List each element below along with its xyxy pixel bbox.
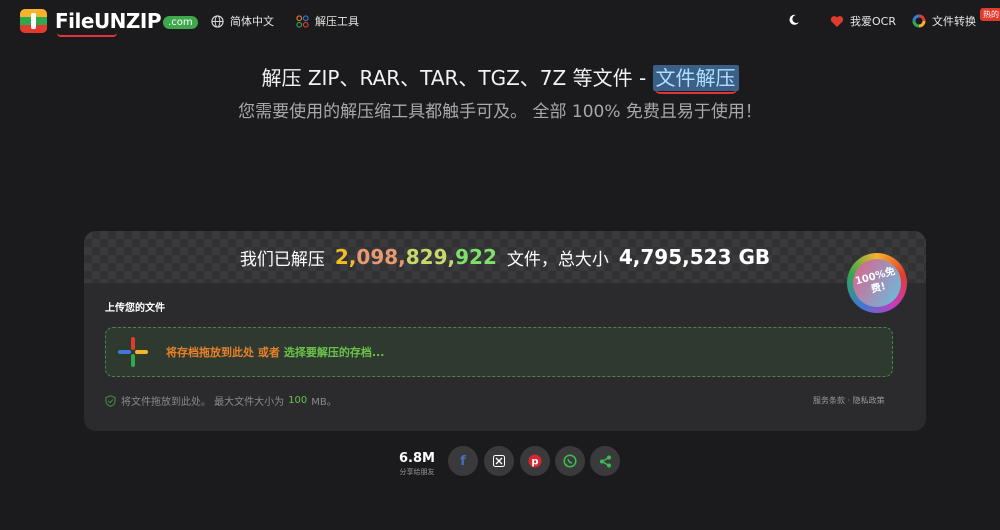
add-file-plus-icon [118,337,148,367]
upload-hint: 将文件拖放到此处。 最大文件大小为 100 MB。 [105,393,337,408]
tools-grid-icon [296,14,309,28]
page-subtitle: 您需要使用的解压缩工具都触手可及。 全部 100% 免费且易于使用！ [238,102,762,122]
files-extracted-counter: 2,098,829,922 [334,245,497,269]
unzip-tools-menu[interactable]: 解压工具 [296,13,359,29]
terms-link[interactable]: 服务条款 [813,396,845,405]
share-counter: 6.8M 分享给朋友 [397,451,437,477]
max-size-value: 100 [288,395,308,406]
convert-label: 文件转换 [932,15,976,28]
free-badge: 100%免 费! [847,253,907,313]
choose-archive-link[interactable]: 选择要解压的存档... [284,344,385,360]
file-convert-link[interactable]: 文件转换 热的 [912,8,1000,29]
dark-mode-moon-icon[interactable] [788,14,800,26]
facebook-share-button[interactable]: f [448,446,478,476]
total-size: 4,795,523 GB [618,245,771,269]
hot-badge: 热的 [980,8,1000,21]
ocr-link[interactable]: 我爱OCR [830,13,896,29]
tools-label: 解压工具 [315,15,359,28]
top-navigation-bar: FileUNZIP .com 简体中文 解压工具 我爱OCR 文件转换 热的 [0,0,1000,42]
upload-card: 我们已解压 2,098,829,922 文件，总大小 4,795,523 GB … [84,231,926,431]
globe-icon [211,14,224,28]
x-share-button[interactable] [484,446,514,476]
pinterest-share-button[interactable]: p [520,446,550,476]
language-selector[interactable]: 简体中文 [211,13,274,29]
zip-logo-icon [20,9,47,33]
facebook-icon: f [460,453,466,469]
logo-text: FileUNZIP [55,9,162,37]
page-title: 解压 ZIP、RAR、TAR、TGZ、7Z 等文件 - 文件解压 [0,62,1000,91]
file-dropzone[interactable]: 将存档拖放到此处 或者 选择要解压的存档... [105,327,893,377]
drop-instruction: 将存档拖放到此处 或者 [166,346,280,359]
hint-suffix: MB。 [311,397,337,408]
legal-separator: · [845,396,853,405]
share-count: 6.8M [399,451,435,466]
privacy-link[interactable]: 隐私政策 [853,396,885,405]
stats-middle: 文件，总大小 [506,249,609,270]
heart-icon [830,15,844,27]
page-title-highlight: 文件解压 [652,65,739,91]
hint-prefix: 将文件拖放到此处。 最大文件大小为 [121,397,285,408]
logo-domain-badge: .com [163,15,198,29]
shield-check-icon [105,394,116,407]
whatsapp-icon [563,454,577,468]
legal-links: 服务条款 · 隐私政策 [813,395,885,406]
page-title-text: 解压 ZIP、RAR、TAR、TGZ、7Z 等文件 - [261,66,653,90]
svg-text:p: p [531,457,538,468]
language-label: 简体中文 [230,15,274,28]
stats-banner: 我们已解压 2,098,829,922 文件，总大小 4,795,523 GB [84,231,926,283]
whatsapp-share-button[interactable] [555,446,585,476]
generic-share-button[interactable] [590,446,620,476]
site-logo[interactable]: FileUNZIP .com [20,9,198,37]
upload-label: 上传您的文件 [105,303,165,314]
colorful-ring-icon [912,14,926,28]
share-icon [599,455,611,467]
x-icon [493,455,505,467]
pinterest-icon: p [528,454,542,468]
share-label: 分享给朋友 [399,468,435,476]
ocr-label: 我爱OCR [850,15,896,28]
stats-prefix: 我们已解压 [239,249,325,270]
